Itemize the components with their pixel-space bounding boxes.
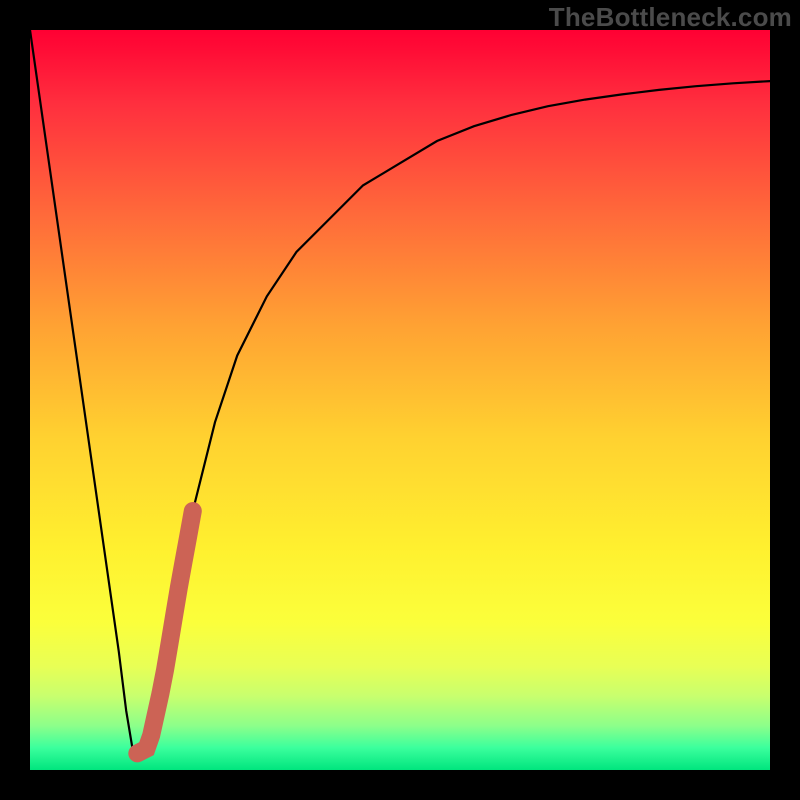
chart-frame: TheBottleneck.com <box>0 0 800 800</box>
bottleneck-curve <box>30 30 770 755</box>
highlight-segment <box>137 511 193 753</box>
plot-area <box>30 30 770 770</box>
watermark-text: TheBottleneck.com <box>549 2 792 33</box>
chart-svg <box>30 30 770 770</box>
